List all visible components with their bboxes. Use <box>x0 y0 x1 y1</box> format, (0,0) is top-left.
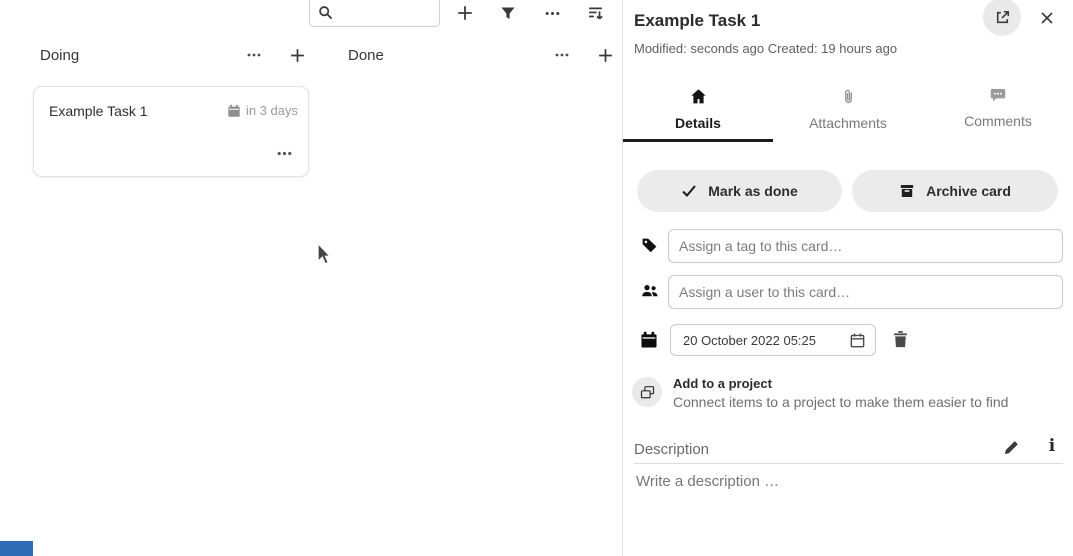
comment-bubble-icon <box>990 88 1006 103</box>
column-doing-add-button[interactable] <box>285 43 309 67</box>
add-card-button[interactable] <box>452 0 478 26</box>
column-title-doing: Doing <box>40 47 79 64</box>
ellipsis-icon <box>246 47 262 63</box>
archive-icon <box>899 183 915 199</box>
plus-icon <box>289 47 306 64</box>
add-to-project-subtitle: Connect items to a project to make them … <box>673 394 1008 410</box>
calendar-picker-icon[interactable] <box>849 332 866 349</box>
sort-icon <box>587 5 604 22</box>
due-date-field[interactable]: 20 October 2022 05:25 <box>670 324 876 356</box>
mark-as-done-button[interactable]: Mark as done <box>637 170 842 212</box>
panel-modified-created: Modified: seconds ago Created: 19 hours … <box>634 41 897 56</box>
trash-icon <box>892 330 909 348</box>
project-icon <box>632 377 662 407</box>
pencil-icon <box>1003 439 1020 456</box>
tab-details[interactable]: Details <box>623 80 773 142</box>
card-detail-panel: Example Task 1 Modified: seconds ago Cre… <box>623 0 1073 556</box>
tab-details-label: Details <box>675 115 721 131</box>
open-in-window-button[interactable] <box>983 0 1021 36</box>
add-to-project-row[interactable]: Add to a project Connect items to a proj… <box>632 374 1008 410</box>
tab-comments[interactable]: Comments <box>923 80 1073 142</box>
remove-due-date-button[interactable] <box>888 327 912 351</box>
detail-tabbar: Details Attachments Comments <box>623 80 1073 142</box>
ellipsis-icon <box>276 145 293 162</box>
task-card-due-text: in 3 days <box>246 103 298 118</box>
mark-as-done-label: Mark as done <box>708 183 797 199</box>
task-card-menu-button[interactable] <box>272 141 296 165</box>
home-icon <box>690 88 707 105</box>
description-label: Description <box>634 441 709 458</box>
task-card[interactable]: Example Task 1 in 3 days <box>33 86 309 177</box>
due-date-value: 20 October 2022 05:25 <box>683 333 849 348</box>
column-doing-menu-button[interactable] <box>242 43 266 67</box>
filter-button[interactable] <box>495 0 521 26</box>
tab-comments-label: Comments <box>964 113 1032 129</box>
assign-user-input[interactable] <box>668 275 1063 309</box>
calendar-icon <box>640 331 657 348</box>
external-link-icon <box>994 9 1011 26</box>
archive-card-label: Archive card <box>926 183 1011 199</box>
calendar-icon <box>227 104 241 118</box>
info-icon[interactable]: i <box>1042 434 1062 458</box>
close-icon <box>1039 10 1055 26</box>
column-title-done: Done <box>348 47 384 64</box>
paperclip-icon <box>841 88 856 105</box>
users-icon <box>641 283 658 300</box>
column-done-add-button[interactable] <box>593 43 617 67</box>
add-to-project-title: Add to a project <box>673 374 1008 391</box>
ellipsis-icon <box>554 47 570 63</box>
plus-icon <box>597 47 614 64</box>
tab-attachments[interactable]: Attachments <box>773 80 923 142</box>
description-divider <box>634 463 1063 464</box>
assign-tag-input[interactable] <box>668 229 1063 263</box>
board-menu-button[interactable] <box>539 0 565 26</box>
close-panel-button[interactable] <box>1037 8 1057 28</box>
search-input[interactable] <box>309 0 440 27</box>
task-card-due-badge: in 3 days <box>227 103 298 118</box>
kanban-board: Doing Done Example Task 1 in 3 days <box>0 0 622 556</box>
tab-attachments-label: Attachments <box>809 115 887 131</box>
tag-icon <box>641 237 658 254</box>
corner-highlight <box>0 541 33 556</box>
search-icon <box>318 5 333 20</box>
check-icon <box>681 184 697 198</box>
column-done-menu-button[interactable] <box>550 43 574 67</box>
panel-title: Example Task 1 <box>634 11 760 31</box>
ellipsis-icon <box>544 5 561 22</box>
sort-button[interactable] <box>582 0 608 26</box>
task-card-title: Example Task 1 <box>49 103 148 119</box>
edit-description-button[interactable] <box>1001 437 1021 457</box>
archive-card-button[interactable]: Archive card <box>852 170 1058 212</box>
description-placeholder[interactable]: Write a description … <box>636 473 779 490</box>
plus-icon <box>456 4 474 22</box>
filter-icon <box>500 5 516 21</box>
